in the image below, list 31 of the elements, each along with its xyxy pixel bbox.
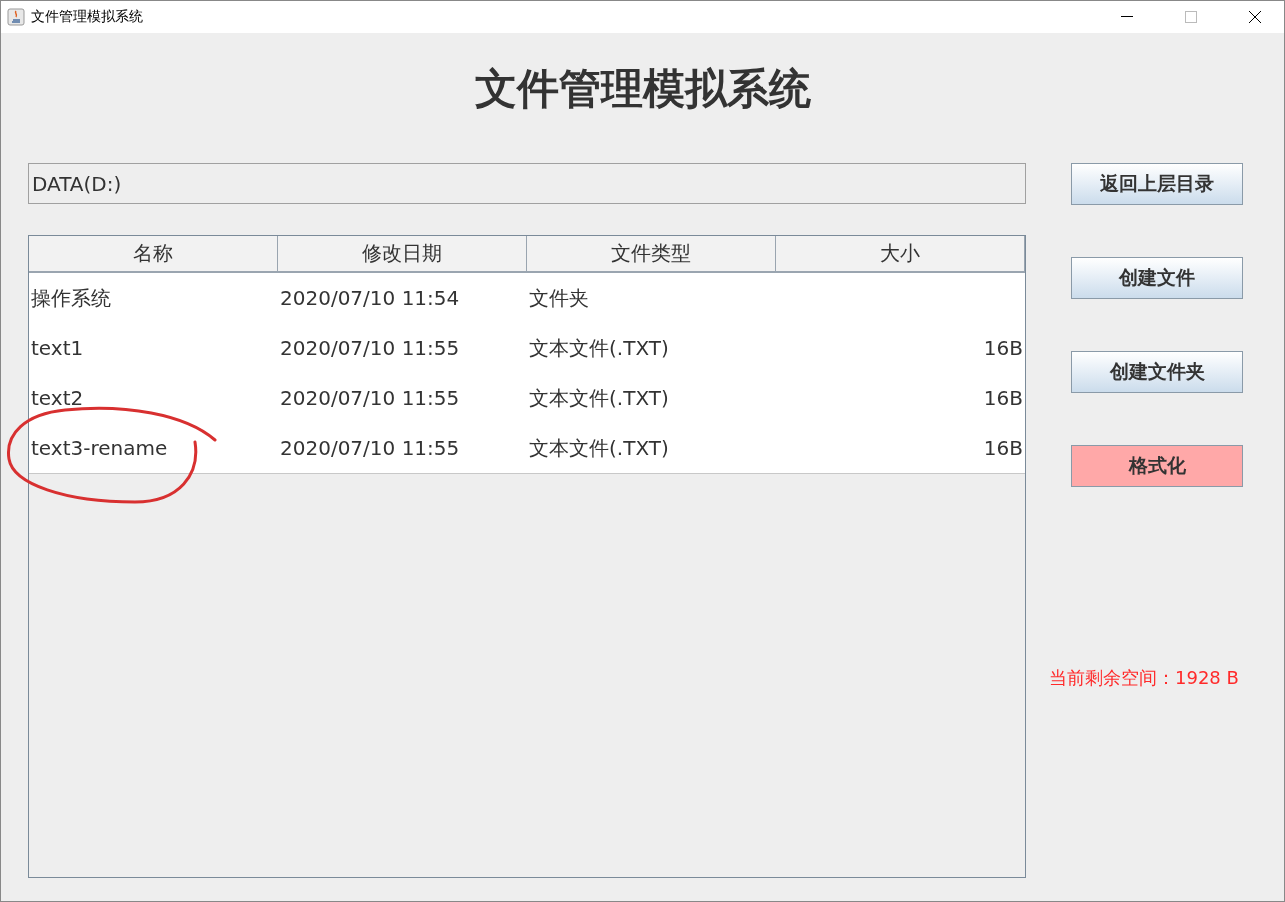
table-cell-text: 2020/07/10 11:55 — [279, 386, 461, 410]
action-button[interactable]: 返回上层目录 — [1071, 163, 1243, 205]
table-cell-text: 2020/07/10 11:54 — [279, 286, 461, 310]
table-cell-text: 2020/07/10 11:55 — [279, 436, 461, 460]
format-button[interactable]: 格式化 — [1071, 445, 1243, 487]
action-button[interactable]: 创建文件 — [1071, 257, 1243, 299]
maximize-icon — [1185, 11, 1197, 23]
remaining-space-label: 当前剩余空间：1928 B — [1049, 666, 1239, 690]
table-cell-text: text1 — [30, 336, 85, 360]
table-cell-text: text2 — [30, 386, 85, 410]
app-icon — [7, 8, 25, 26]
table-cell-text: 2020/07/10 11:55 — [279, 336, 461, 360]
table-cell-text: 16B — [982, 436, 1024, 460]
action-button[interactable]: 创建文件夹 — [1071, 351, 1243, 393]
table-cell-text: 操作系统 — [30, 284, 112, 312]
page-heading: 文件管理模拟系统 — [473, 63, 812, 115]
table-cell-text: 16B — [982, 386, 1024, 410]
column-header[interactable]: 大小 — [776, 236, 1025, 271]
table-cell-text: text3-rename — [30, 436, 169, 460]
minimize-icon — [1121, 16, 1133, 18]
table-cell-text: 文本文件(.TXT) — [528, 434, 670, 462]
column-header[interactable]: 文件类型 — [527, 236, 776, 271]
table-cell-text: 文本文件(.TXT) — [528, 334, 670, 362]
table-cell-text: 文本文件(.TXT) — [528, 384, 670, 412]
path-field[interactable]: DATA(D:) — [28, 163, 1026, 204]
close-icon — [1248, 10, 1262, 24]
window-title: 文件管理模拟系统 — [31, 8, 144, 26]
table-cell-text: 文件夹 — [528, 284, 590, 312]
column-header[interactable]: 名称 — [29, 236, 278, 271]
column-header[interactable]: 修改日期 — [278, 236, 527, 271]
table-cell-text: 16B — [982, 336, 1024, 360]
